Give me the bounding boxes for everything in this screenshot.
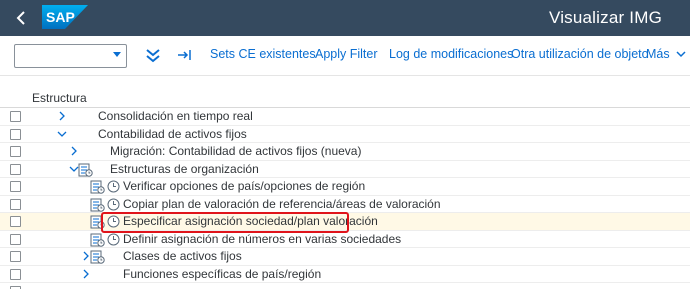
tree-node-label: Migración: Contabilidad de activos fijos… [110, 144, 362, 158]
command-select[interactable] [14, 44, 127, 68]
tree-node-label: Contabilidad de activos fijos [98, 126, 247, 141]
position-icon[interactable] [176, 46, 194, 64]
img-activity-icon[interactable] [90, 179, 105, 194]
sets-ce-button[interactable]: Sets CE existentes [210, 47, 316, 61]
other-use-button[interactable]: Otra utilización de objeto [511, 47, 649, 61]
tree-row[interactable]: Contabilidad de activos fijos [0, 126, 690, 143]
toolbar: Sets CE existentes Apply Filter Log de m… [0, 36, 690, 76]
tree-node-label[interactable]: Copiar plan de valoración de referencia/… [123, 197, 441, 211]
row-checkbox[interactable] [10, 251, 21, 262]
log-button[interactable]: Log de modificaciones [389, 47, 513, 61]
row-checkbox[interactable] [10, 181, 21, 192]
column-header: Estructura [32, 91, 87, 105]
tree-row[interactable]: Migración: Contabilidad de activos fijos… [0, 143, 690, 161]
row-checkbox[interactable] [10, 216, 21, 227]
clock-icon[interactable] [106, 232, 121, 247]
row-checkbox[interactable] [10, 268, 21, 280]
tree-row[interactable]: Clases de activos fijos [0, 248, 690, 266]
chevron-down-icon [676, 51, 686, 58]
more-button[interactable]: Más [646, 47, 686, 61]
img-activity-icon[interactable] [90, 197, 105, 212]
row-checkbox[interactable] [10, 198, 21, 210]
tree-row[interactable]: Verificar opciones de país/opciones de r… [0, 178, 690, 196]
img-activity-icon[interactable] [90, 232, 105, 247]
tree-row[interactable]: Estructuras de organización [0, 161, 690, 178]
tree-node-label: Funciones específicas de país/región [123, 266, 322, 281]
expand-all-icon[interactable] [144, 46, 162, 64]
clock-icon[interactable] [106, 179, 121, 194]
tree-node-label: Consolidación en tiempo real [98, 109, 253, 123]
chevron-right-icon[interactable] [80, 268, 92, 280]
row-checkbox[interactable] [10, 163, 21, 175]
tree-row[interactable]: Definir asignación de números en varias … [0, 231, 690, 248]
back-arrow-icon[interactable] [10, 6, 34, 30]
tree-row[interactable]: Consolidación en tiempo real [0, 108, 690, 126]
chevron-right-icon[interactable] [56, 110, 68, 122]
row-checkbox[interactable] [10, 128, 21, 140]
app-title: Visualizar IMG [548, 8, 662, 27]
chevron-down-icon[interactable] [56, 128, 68, 140]
tree-node-label[interactable]: Definir asignación de números en varias … [123, 232, 401, 246]
tree-node-label[interactable]: Verificar opciones de país/opciones de r… [123, 179, 365, 193]
tree-row[interactable]: Copiar plan de valoración de referencia/… [0, 196, 690, 213]
row-checkbox[interactable] [10, 233, 21, 245]
clock-icon[interactable] [106, 197, 121, 212]
tree-header: Estructura [0, 86, 690, 108]
tree-row[interactable]: Funciones específicas de país/región [0, 266, 690, 283]
highlight-annotation [101, 212, 349, 233]
chevron-down-icon [113, 52, 121, 57]
tree-row-partial [0, 283, 690, 289]
img-activity-icon[interactable] [90, 249, 105, 264]
tree-node-label: Clases de activos fijos [123, 249, 242, 263]
tree-node-label: Estructuras de organización [110, 161, 259, 176]
row-checkbox[interactable] [10, 146, 21, 157]
shell-bar: SAP Visualizar IMG [0, 0, 690, 36]
chevron-right-icon[interactable] [68, 145, 80, 157]
more-label: Más [646, 47, 670, 61]
img-activity-icon[interactable] [78, 162, 93, 177]
row-checkbox[interactable] [10, 111, 21, 122]
svg-text:SAP: SAP [46, 9, 75, 25]
apply-filter-button[interactable]: Apply Filter [315, 47, 378, 61]
sap-logo: SAP [42, 5, 88, 29]
